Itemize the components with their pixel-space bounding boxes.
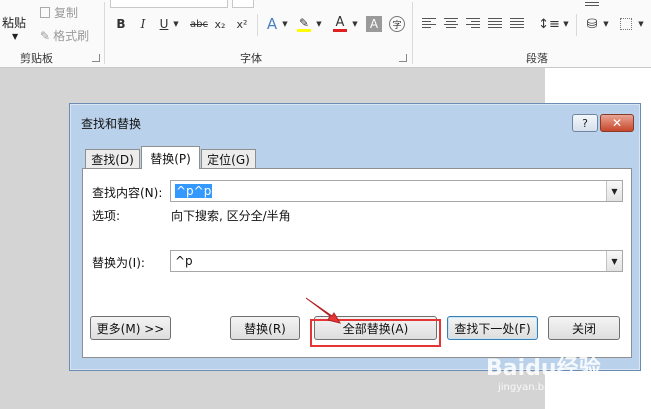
find-what-value-wrap: ^p^p bbox=[171, 184, 606, 198]
help-button[interactable]: ? bbox=[572, 114, 598, 132]
shading-button[interactable]: ⛁ bbox=[584, 13, 600, 35]
more-button[interactable]: 更多(M) >> bbox=[90, 316, 171, 340]
tab-goto[interactable]: 定位(G) bbox=[201, 149, 256, 169]
highlighter-icon: ✎ bbox=[298, 15, 310, 30]
find-next-button[interactable]: 查找下一处(F) bbox=[447, 316, 538, 340]
font-color-button[interactable]: A bbox=[331, 13, 349, 35]
clipboard-group-label: 剪贴板 bbox=[20, 52, 53, 65]
font-divider bbox=[257, 14, 258, 36]
paragraph-divider bbox=[576, 14, 577, 36]
text-effects-button[interactable]: A bbox=[264, 13, 280, 35]
font-name-box[interactable] bbox=[110, 0, 228, 8]
borders-button[interactable] bbox=[618, 13, 634, 35]
find-what-value: ^p^p bbox=[175, 184, 213, 198]
tab-replace[interactable]: 替换(P) bbox=[141, 146, 200, 169]
subscript-button[interactable]: x₂ bbox=[212, 13, 228, 35]
paste-dropdown-icon: ▼ bbox=[12, 32, 19, 41]
tab-find[interactable]: 查找(D) bbox=[85, 149, 140, 169]
distributed-icon[interactable] bbox=[510, 18, 524, 30]
close-icon: ✕ bbox=[611, 116, 623, 130]
watermark-url: jingyan.baidu.com bbox=[498, 382, 591, 393]
italic-button[interactable]: I bbox=[136, 13, 150, 35]
paragraph-group-label: 段落 bbox=[526, 52, 548, 65]
close-dialog-button[interactable]: ✕ bbox=[600, 114, 634, 132]
ribbon: 粘贴 ▼ 复制 ✎ 格式刷 剪贴板 B I U ▼ abc x₂ x² A ▼ … bbox=[0, 0, 651, 68]
borders-icon bbox=[620, 18, 632, 30]
highlight-button[interactable]: ✎ bbox=[294, 13, 314, 35]
shading-dropdown-icon[interactable]: ▼ bbox=[602, 13, 610, 35]
find-what-label: 查找内容(N): bbox=[92, 186, 163, 200]
align-center-icon[interactable] bbox=[444, 18, 458, 30]
paste-button[interactable]: 粘贴 ▼ bbox=[0, 0, 30, 44]
superscript-button[interactable]: x² bbox=[234, 13, 250, 35]
replace-dropdown-arrow-icon[interactable]: ▼ bbox=[606, 251, 622, 271]
highlight-dropdown-icon[interactable]: ▼ bbox=[315, 13, 323, 35]
justify-icon[interactable] bbox=[488, 18, 502, 30]
decrease-indent-icon[interactable] bbox=[585, 2, 599, 14]
clipboard-launcher-icon[interactable] bbox=[92, 54, 100, 62]
options-value: 向下搜索, 区分全/半角 bbox=[171, 209, 291, 223]
format-painter-label: 格式刷 bbox=[53, 29, 90, 43]
highlight-color-bar bbox=[297, 28, 311, 32]
font-group-label: 字体 bbox=[240, 52, 262, 65]
format-painter-icon: ✎ bbox=[40, 28, 51, 43]
font-launcher-icon[interactable] bbox=[399, 54, 407, 62]
phonetic-guide-button[interactable]: 字 bbox=[388, 13, 406, 35]
bold-button[interactable]: B bbox=[114, 13, 128, 35]
underline-button[interactable]: U bbox=[157, 13, 171, 35]
font-color-dropdown-icon[interactable]: ▼ bbox=[351, 13, 359, 35]
font-size-box[interactable] bbox=[232, 0, 254, 8]
replace-button[interactable]: 替换(R) bbox=[230, 316, 300, 340]
replace-with-label: 替换为(I): bbox=[92, 256, 145, 270]
phonetic-guide-icon: 字 bbox=[389, 16, 405, 32]
group-divider bbox=[412, 2, 413, 64]
align-right-icon[interactable] bbox=[466, 18, 480, 30]
options-label: 选项: bbox=[92, 209, 121, 223]
line-spacing-icon: ↕≡ bbox=[538, 16, 560, 32]
find-dropdown-arrow-icon[interactable]: ▼ bbox=[606, 181, 622, 201]
paint-bucket-icon: ⛁ bbox=[586, 16, 598, 32]
copy-icon bbox=[40, 7, 50, 18]
find-what-input[interactable]: ^p^p ▼ bbox=[170, 180, 623, 202]
format-painter-button[interactable]: ✎ 格式刷 bbox=[40, 27, 89, 44]
text-effects-dropdown-icon[interactable]: ▼ bbox=[281, 13, 289, 35]
line-spacing-dropdown-icon[interactable]: ▼ bbox=[562, 13, 570, 35]
underline-dropdown-icon[interactable]: ▼ bbox=[172, 13, 180, 35]
close-button[interactable]: 关闭 bbox=[548, 316, 620, 340]
font-color-glyph: A bbox=[335, 15, 345, 30]
group-divider bbox=[104, 2, 105, 64]
paste-label: 粘贴 bbox=[2, 16, 27, 30]
watermark: Baidu经验 jingyan.baidu.com bbox=[486, 350, 601, 393]
replace-with-input[interactable]: ^p ▼ bbox=[170, 250, 623, 272]
annotation-arrow-icon bbox=[305, 297, 342, 324]
copy-label: 复制 bbox=[54, 6, 79, 20]
watermark-logo: Baidu经验 bbox=[486, 356, 601, 381]
dialog-title: 查找和替换 bbox=[81, 117, 142, 131]
replace-with-value: ^p bbox=[175, 254, 193, 268]
strikethrough-button[interactable]: abc bbox=[189, 13, 209, 35]
align-left-icon[interactable] bbox=[422, 18, 436, 30]
font-color-bar bbox=[333, 29, 347, 32]
find-replace-dialog: 查找和替换 ? ✕ 查找(D) 替换(P) 定位(G) 查找内容(N): ^p^… bbox=[69, 103, 641, 371]
copy-button[interactable]: 复制 bbox=[40, 4, 78, 21]
char-shading-button[interactable]: A bbox=[366, 16, 382, 32]
borders-dropdown-icon[interactable]: ▼ bbox=[637, 13, 645, 35]
line-spacing-button[interactable]: ↕≡ bbox=[538, 13, 560, 35]
